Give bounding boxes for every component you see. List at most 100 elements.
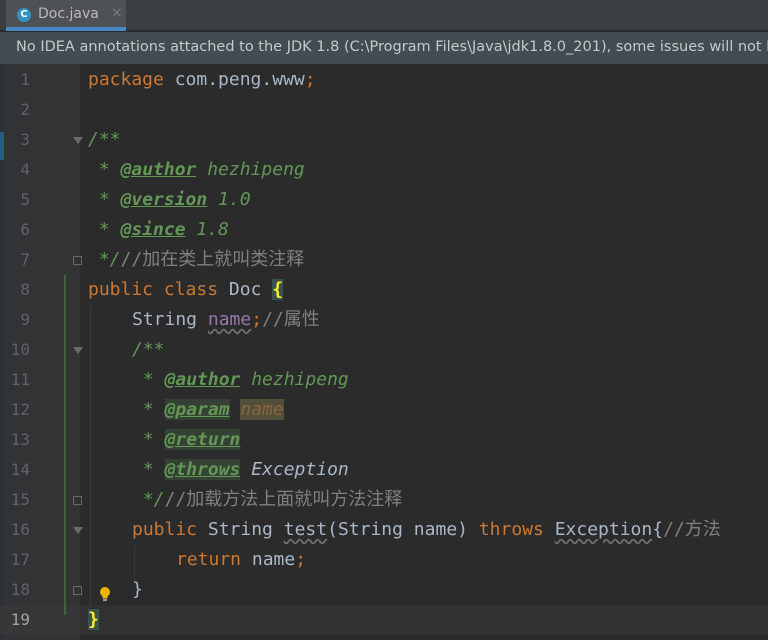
line-number[interactable]: 8: [0, 280, 30, 299]
package-name: com.peng.www: [163, 69, 305, 90]
current-line-highlight: [0, 605, 768, 635]
keyword: class: [163, 279, 219, 300]
javadoc-star: *: [132, 459, 165, 480]
line-number[interactable]: 5: [0, 190, 30, 209]
code-line-14[interactable]: * @throws Exception: [132, 455, 349, 485]
javadoc-tag: @param: [164, 399, 230, 420]
javadoc-open: /**: [88, 129, 121, 150]
javadoc-value: hezhipeng: [240, 369, 349, 390]
line-number[interactable]: 18: [0, 580, 30, 599]
code-line-15[interactable]: *///加载方法上面就叫方法注释: [132, 485, 402, 515]
semicolon: ;: [295, 549, 307, 570]
fold-end-icon[interactable]: [73, 586, 82, 595]
code-line-17[interactable]: return name;: [176, 545, 306, 575]
javadoc-value: 1.8: [185, 219, 229, 240]
line-number[interactable]: 9: [0, 310, 30, 329]
type-name: String: [207, 519, 273, 540]
javadoc-close: */: [88, 249, 121, 270]
class-name: Doc: [228, 279, 262, 300]
close-icon[interactable]: ×: [111, 5, 123, 21]
exception-type: Exception: [554, 519, 653, 540]
javadoc-tag: @since: [120, 219, 186, 240]
code-line-9[interactable]: String name;//属性: [132, 305, 320, 335]
line-number[interactable]: 16: [0, 520, 30, 539]
keyword: return: [176, 549, 242, 570]
code-line-1[interactable]: package com.peng.www;: [88, 65, 316, 95]
fold-end-icon[interactable]: [73, 256, 82, 265]
javadoc-star: *: [88, 219, 121, 240]
brace: {: [652, 519, 664, 540]
keyword: public: [88, 279, 154, 300]
javadoc-open: /**: [132, 339, 165, 360]
tab-doc-java[interactable]: C Doc.java ×: [6, 0, 126, 31]
code-line-3[interactable]: /**: [88, 125, 121, 155]
line-number[interactable]: 10: [0, 340, 30, 359]
code-line-7[interactable]: *///加在类上就叫类注释: [88, 245, 304, 275]
type-name: String: [132, 309, 198, 330]
javadoc-value: 1.0: [207, 189, 251, 210]
line-number[interactable]: 3: [0, 130, 30, 149]
line-number[interactable]: 11: [0, 370, 30, 389]
code-line-10[interactable]: /**: [132, 335, 165, 365]
line-number[interactable]: 15: [0, 490, 30, 509]
notification-banner: No IDEA annotations attached to the JDK …: [0, 32, 768, 64]
code-line-4[interactable]: * @author hezhipeng: [88, 155, 305, 185]
line-comment: //加载方法上面就叫方法注释: [164, 489, 403, 510]
line-number[interactable]: 6: [0, 220, 30, 239]
javadoc-value: Exception: [240, 459, 349, 480]
javadoc-tag: @return: [164, 429, 241, 450]
javadoc-tag: @version: [120, 189, 208, 210]
javadoc-tag: @author: [120, 159, 197, 180]
return-value: name: [241, 549, 296, 570]
lightbulb-icon[interactable]: [98, 586, 112, 602]
code-line-5[interactable]: * @version 1.0: [88, 185, 251, 215]
code-line-19[interactable]: }: [88, 605, 99, 635]
fold-end-icon[interactable]: [73, 496, 82, 505]
fold-toggle-icon[interactable]: [73, 527, 83, 534]
banner-text: No IDEA annotations attached to the JDK …: [16, 39, 768, 55]
line-comment: //加在类上就叫类注释: [120, 249, 305, 270]
javadoc-close: */: [132, 489, 165, 510]
line-number[interactable]: 14: [0, 460, 30, 479]
keyword: throws: [478, 519, 544, 540]
line-number[interactable]: 12: [0, 400, 30, 419]
line-number[interactable]: 7: [0, 250, 30, 269]
semicolon: ;: [304, 69, 316, 90]
line-number[interactable]: 2: [0, 100, 30, 119]
fold-toggle-icon[interactable]: [73, 137, 83, 144]
line-number[interactable]: 17: [0, 550, 30, 569]
line-number[interactable]: 13: [0, 430, 30, 449]
editor-tab-bar: C Doc.java ×: [0, 0, 768, 31]
matched-brace: }: [88, 609, 99, 630]
javadoc-tag: @throws: [164, 459, 241, 480]
brace: }: [132, 579, 143, 600]
javadoc-star: *: [88, 159, 121, 180]
code-line-8[interactable]: public class Doc {: [88, 275, 284, 305]
keyword: package: [88, 69, 164, 90]
line-number[interactable]: 4: [0, 160, 30, 179]
semicolon: ;: [251, 309, 263, 330]
java-class-icon: C: [17, 8, 31, 22]
javadoc-param-name: name: [240, 399, 284, 420]
line-comment: //方法: [663, 519, 721, 540]
code-line-16[interactable]: public String test(String name) throws E…: [132, 515, 721, 545]
code-line-12[interactable]: * @param name: [132, 395, 284, 425]
code-line-13[interactable]: * @return: [132, 425, 241, 455]
javadoc-value: hezhipeng: [196, 159, 305, 180]
method-params: (String name): [327, 519, 479, 540]
tab-label: Doc.java: [38, 6, 99, 22]
vcs-change-bar: [64, 275, 66, 615]
javadoc-tag: @author: [164, 369, 241, 390]
javadoc-star: *: [88, 189, 121, 210]
javadoc-star: *: [132, 399, 165, 420]
line-number[interactable]: 1: [0, 70, 30, 89]
code-line-11[interactable]: * @author hezhipeng: [132, 365, 349, 395]
javadoc-star: *: [132, 429, 165, 450]
matched-brace: {: [272, 279, 284, 300]
line-number[interactable]: 19: [0, 610, 30, 629]
method-name: test: [283, 519, 328, 540]
code-line-18[interactable]: }: [132, 575, 143, 605]
code-line-6[interactable]: * @since 1.8: [88, 215, 229, 245]
javadoc-star: *: [132, 369, 165, 390]
fold-toggle-icon[interactable]: [73, 347, 83, 354]
